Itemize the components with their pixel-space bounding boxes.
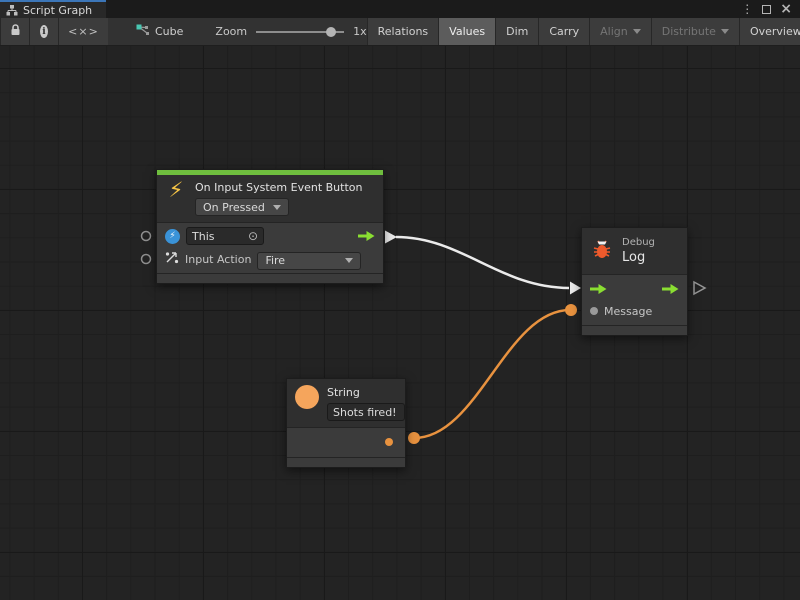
trigger-port-row: [590, 279, 679, 299]
event-mode-value: On Pressed: [203, 201, 265, 214]
node-title: On Input System Event Button: [195, 180, 362, 195]
lightning-icon: ⚡: [165, 180, 187, 201]
node-footer: [582, 325, 687, 335]
trigger-input-arrow-icon[interactable]: [590, 283, 607, 295]
chevron-down-icon: [721, 29, 729, 34]
this-port-row: ⚡ This ⊙: [165, 226, 375, 246]
input-action-dropdown[interactable]: Fire: [257, 252, 361, 270]
carry-button[interactable]: Carry: [538, 18, 589, 45]
tab-title: Script Graph: [23, 4, 92, 17]
values-button[interactable]: Values: [438, 18, 495, 45]
string-type-icon: [295, 385, 319, 409]
input-action-value-port[interactable]: [142, 255, 151, 264]
trigger-input-port[interactable]: [570, 282, 581, 295]
zoom-control: Zoom 1x: [215, 18, 366, 45]
bug-icon: [590, 238, 614, 265]
gameobject-icon: ⚡: [165, 229, 180, 244]
zoom-label: Zoom: [215, 25, 247, 38]
object-picker-icon[interactable]: ⊙: [248, 229, 258, 243]
string-value-field[interactable]: Shots fired!: [327, 403, 405, 421]
node-debug-log[interactable]: Debug Log Message: [581, 227, 688, 336]
graph-toolbar: i <×> Cube Zoom 1x: [0, 18, 800, 46]
message-port-row: Message: [590, 301, 679, 321]
message-port-dot-icon[interactable]: [590, 307, 598, 315]
node-footer: [287, 457, 405, 467]
graph-target-selector[interactable]: Cube: [136, 18, 183, 45]
close-icon[interactable]: ×: [780, 2, 792, 16]
info-icon: i: [40, 25, 48, 38]
align-dropdown-button[interactable]: Align: [589, 18, 651, 45]
graph-target-label: Cube: [155, 25, 183, 38]
node-on-input-system-event-button[interactable]: ⚡ On Input System Event Button On Presse…: [156, 169, 384, 284]
window-controls: ⋮ ×: [741, 0, 800, 18]
input-action-value: Fire: [265, 254, 285, 267]
string-output-row: [295, 431, 397, 453]
this-value-port[interactable]: [142, 232, 151, 241]
string-value: Shots fired!: [333, 406, 397, 419]
relations-button[interactable]: Relations: [367, 18, 439, 45]
trigger-output-arrow-icon[interactable]: [662, 283, 679, 295]
zoom-slider-handle[interactable]: [326, 27, 336, 37]
chevron-down-icon: [273, 205, 281, 210]
node-string-literal[interactable]: String Shots fired!: [286, 378, 406, 468]
this-target-field[interactable]: This ⊙: [186, 227, 264, 245]
debug-exit-port[interactable]: [694, 282, 705, 294]
code-icon: <×>: [68, 25, 99, 38]
tab-script-graph[interactable]: Script Graph: [0, 0, 106, 18]
graph-hierarchy-icon: [6, 5, 18, 16]
node-title: Log: [622, 249, 655, 266]
overview-button[interactable]: Overview: [739, 18, 800, 45]
lock-icon: [10, 24, 21, 39]
chevron-down-icon: [633, 29, 641, 34]
value-connection-wire: [414, 310, 570, 438]
maximize-icon[interactable]: [762, 5, 771, 14]
string-output-dot-icon[interactable]: [385, 438, 393, 446]
trigger-output-port[interactable]: [385, 231, 397, 244]
distribute-dropdown-button[interactable]: Distribute: [651, 18, 739, 45]
input-action-icon: [165, 251, 179, 267]
graph-canvas[interactable]: ⚡ On Input System Event Button On Presse…: [0, 46, 800, 600]
menu-icon[interactable]: ⋮: [741, 3, 753, 15]
trigger-connection-wire: [396, 237, 569, 288]
node-footer: [157, 273, 383, 283]
code-preview-button[interactable]: <×>: [58, 18, 108, 45]
string-output-port[interactable]: [408, 432, 420, 444]
chevron-down-icon: [345, 258, 353, 263]
node-title: String: [327, 385, 405, 400]
tab-bar: Script Graph ⋮ ×: [0, 0, 800, 18]
input-action-port-row: Input Action Fire: [165, 249, 375, 269]
zoom-slider[interactable]: [256, 26, 344, 38]
lock-button[interactable]: [0, 18, 29, 45]
script-graph-window: Script Graph ⋮ × i <×>: [0, 0, 800, 600]
message-label: Message: [604, 305, 652, 318]
trigger-output-arrow-icon[interactable]: [358, 230, 375, 242]
input-action-label: Input Action: [185, 253, 251, 266]
this-field-value: This: [192, 230, 214, 243]
graph-node-icon: [136, 24, 149, 39]
info-button[interactable]: i: [29, 18, 58, 45]
node-category: Debug: [622, 236, 655, 249]
dim-button[interactable]: Dim: [495, 18, 538, 45]
event-mode-dropdown[interactable]: On Pressed: [195, 198, 289, 216]
toolbar-toggle-group: Relations Values Dim Carry Align Distrib…: [367, 18, 800, 45]
zoom-value: 1x: [353, 25, 367, 38]
message-input-port[interactable]: [565, 304, 577, 316]
